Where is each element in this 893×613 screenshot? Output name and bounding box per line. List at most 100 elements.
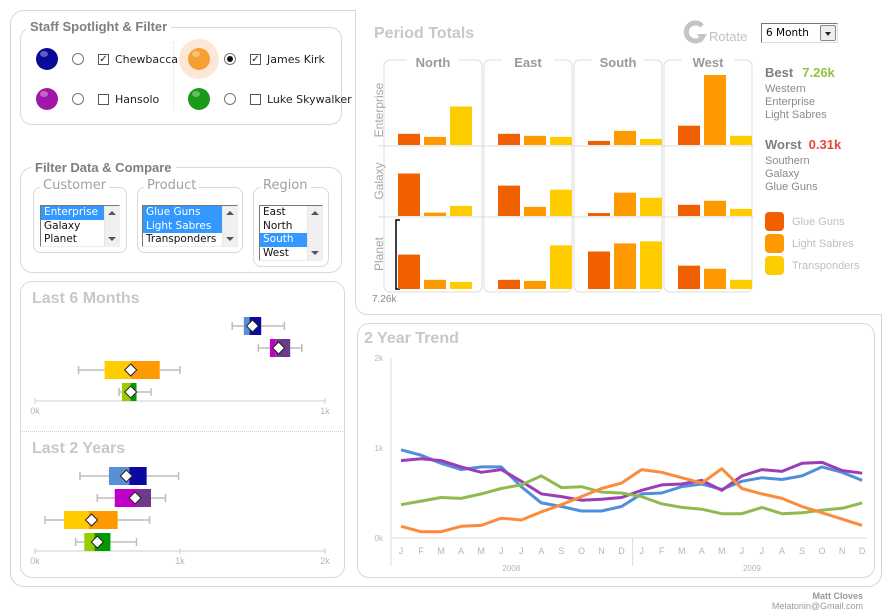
staff-checkbox[interactable]	[250, 93, 261, 105]
bar-galaxy-west[interactable]	[704, 200, 726, 216]
scrollbar[interactable]	[222, 206, 237, 246]
bar-enterprise-east[interactable]	[498, 133, 520, 145]
scroll-down-icon[interactable]	[226, 237, 234, 241]
best-detail-line: Enterprise	[765, 96, 816, 108]
scroll-up-icon[interactable]	[226, 211, 234, 215]
staff-title: Staff Spotlight & Filter	[26, 19, 172, 34]
region-header: South	[600, 55, 637, 70]
month-label: N	[598, 546, 605, 556]
month-label: O	[578, 546, 585, 556]
axis-tick-label: 1k	[175, 556, 185, 566]
product-listbox[interactable]: Glue Guns Light Sabres Transponders	[142, 205, 238, 247]
spotlight-radio[interactable]	[224, 53, 236, 65]
region-header: North	[416, 55, 451, 70]
month-label: M	[718, 546, 726, 556]
scale-label: 7.26k	[372, 294, 397, 305]
customer-row-label: Planet	[372, 236, 386, 271]
scrollbar[interactable]	[104, 206, 119, 246]
worst-value: 0.31k	[808, 137, 842, 152]
bar-galaxy-east[interactable]	[524, 206, 546, 216]
bar-planet-north[interactable]	[398, 254, 420, 289]
bar-galaxy-north[interactable]	[398, 173, 420, 216]
bar-galaxy-north[interactable]	[424, 212, 446, 216]
month-label: J	[519, 546, 524, 556]
bar-enterprise-north[interactable]	[450, 106, 472, 145]
bar-enterprise-north[interactable]	[424, 136, 446, 145]
region-listbox[interactable]: East North South West	[259, 205, 323, 261]
bar-planet-west[interactable]	[704, 268, 726, 289]
spotlight-radio[interactable]	[72, 93, 84, 105]
bar-galaxy-south[interactable]	[640, 197, 662, 216]
year-label: 2009	[743, 564, 761, 573]
bar-planet-east[interactable]	[550, 245, 572, 289]
best-label: Best	[765, 65, 794, 80]
month-label: J	[399, 546, 404, 556]
legend-item: Transponders	[765, 256, 859, 275]
staff-checkbox[interactable]: ✓	[250, 53, 261, 65]
staff-checkbox[interactable]	[98, 93, 109, 105]
spotlight-radio[interactable]	[224, 93, 236, 105]
best-detail-line: Light Sabres	[765, 109, 827, 121]
month-label: F	[418, 546, 424, 556]
bar-enterprise-north[interactable]	[398, 133, 420, 145]
bar-galaxy-east[interactable]	[498, 185, 520, 216]
bar-planet-north[interactable]	[424, 279, 446, 289]
scroll-up-icon[interactable]	[108, 211, 116, 215]
bar-enterprise-west[interactable]	[704, 75, 726, 145]
bar-galaxy-south[interactable]	[588, 213, 610, 216]
bar-enterprise-south[interactable]	[588, 140, 610, 145]
best-value: 7.26k	[802, 65, 835, 80]
scroll-down-icon[interactable]	[311, 251, 319, 255]
scroll-down-icon[interactable]	[108, 237, 116, 241]
worst-detail-line: Southern	[765, 155, 810, 167]
scrollbar[interactable]	[307, 206, 322, 260]
staff-member: Luke Skywalker	[188, 88, 352, 110]
month-label: J	[639, 546, 644, 556]
bar-enterprise-east[interactable]	[524, 135, 546, 145]
bar-planet-west[interactable]	[730, 279, 752, 289]
staff-name: Luke Skywalker	[267, 92, 352, 106]
bar-planet-east[interactable]	[524, 280, 546, 289]
bar-galaxy-east[interactable]	[550, 189, 572, 216]
month-label: J	[760, 546, 765, 556]
y-tick-label: 0k	[375, 534, 384, 543]
scroll-up-icon[interactable]	[311, 211, 319, 215]
bar-enterprise-south[interactable]	[640, 138, 662, 145]
trend-line-luke-skywalker[interactable]	[400, 474, 863, 516]
staff-checkbox[interactable]: ✓	[98, 53, 109, 65]
bar-planet-south[interactable]	[640, 241, 662, 289]
bar-galaxy-west[interactable]	[678, 204, 700, 216]
best-detail-line: Western	[765, 83, 806, 95]
bar-galaxy-west[interactable]	[730, 208, 752, 216]
customer-listbox[interactable]: Enterprise Galaxy Planet	[40, 205, 120, 247]
month-label: A	[699, 546, 705, 556]
month-label: F	[659, 546, 665, 556]
staff-member: ✓ Chewbacca	[36, 48, 178, 70]
bar-planet-north[interactable]	[450, 281, 472, 289]
month-label: N	[839, 546, 846, 556]
bar-enterprise-west[interactable]	[730, 135, 752, 145]
legend-swatch	[765, 212, 784, 231]
spotlight-radio[interactable]	[72, 53, 84, 65]
bar-enterprise-east[interactable]	[550, 136, 572, 145]
staff-color-dot	[36, 48, 58, 70]
period-select[interactable]: 6 Month	[761, 23, 838, 43]
bar-enterprise-west[interactable]	[678, 125, 700, 145]
month-label: J	[499, 546, 504, 556]
last-2-years-chart: 0k 1k 2k	[30, 467, 330, 566]
dropdown-arrow-button[interactable]	[820, 25, 836, 41]
rotate-button[interactable]: Rotate	[682, 20, 747, 44]
staff-name: Chewbacca	[115, 52, 178, 66]
bar-planet-west[interactable]	[678, 265, 700, 289]
bar-planet-south[interactable]	[588, 251, 610, 289]
axis-tick-label: 0k	[30, 406, 40, 416]
bar-galaxy-south[interactable]	[614, 192, 636, 216]
bar-planet-south[interactable]	[614, 243, 636, 289]
customer-row-label: Enterprise	[372, 82, 386, 137]
customer-label: Customer	[40, 178, 110, 193]
bar-galaxy-north[interactable]	[450, 205, 472, 216]
region-header: East	[514, 55, 542, 70]
bar-planet-east[interactable]	[498, 279, 520, 289]
legend-label: Glue Guns	[792, 215, 845, 228]
bar-enterprise-south[interactable]	[614, 130, 636, 145]
